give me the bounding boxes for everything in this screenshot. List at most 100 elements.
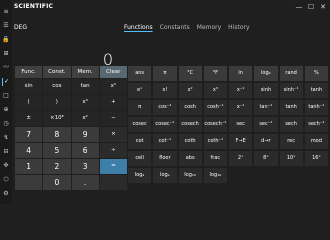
function-key[interactable]: coth⁻¹ <box>203 134 227 149</box>
function-key[interactable]: 16ˣ <box>304 151 328 166</box>
function-key[interactable]: F→E <box>229 134 253 149</box>
function-key[interactable]: x³ <box>203 83 227 98</box>
function-key[interactable]: cosech <box>178 117 202 132</box>
rail-icon[interactable]: ⊟ <box>2 148 10 156</box>
function-key[interactable]: mod <box>304 134 328 149</box>
calculator-panel: DEG 0 Func. Const. Mem. Clear sin cos tan x²() x… <box>12 14 127 204</box>
tab-functions[interactable]: Functions <box>124 24 153 31</box>
rail-icon[interactable]: ⬡ <box>2 176 10 184</box>
function-key[interactable]: sec <box>229 117 253 132</box>
function-key[interactable]: log₂ <box>254 66 278 81</box>
key[interactable]: 3 <box>71 159 99 174</box>
function-key[interactable]: log₁₆ <box>203 168 227 183</box>
tab-constants[interactable]: Constants <box>160 24 190 31</box>
key[interactable]: cos <box>43 79 71 94</box>
rail-icon[interactable]: □ <box>2 92 10 100</box>
key[interactable]: ( <box>15 95 43 110</box>
function-key[interactable]: sec⁻¹ <box>254 117 278 132</box>
function-key[interactable]: sech <box>279 117 303 132</box>
function-key[interactable]: d→r <box>254 134 278 149</box>
angle-mode[interactable]: DEG <box>14 24 27 31</box>
function-key[interactable]: cosh⁻¹ <box>203 100 227 115</box>
rail-icon[interactable]: ☰ <box>2 22 10 30</box>
rail-icon[interactable]: ✜ <box>2 162 10 170</box>
minimize-button[interactable]: — <box>294 2 304 12</box>
key[interactable]: 6 <box>71 143 99 158</box>
key-func[interactable]: Func. <box>15 66 43 78</box>
function-key[interactable]: % <box>304 66 328 81</box>
function-key[interactable]: abs <box>178 151 202 166</box>
function-key[interactable]: cos⁻¹ <box>153 100 177 115</box>
rail-icon[interactable]: 〰 <box>2 64 10 72</box>
function-key[interactable]: cosh <box>178 100 202 115</box>
function-key[interactable]: rec <box>279 134 303 149</box>
function-key[interactable]: tanh <box>279 100 303 115</box>
key[interactable]: 5 <box>43 143 71 158</box>
function-key[interactable]: logₑ <box>153 168 177 183</box>
function-key[interactable]: x⁻¹ <box>229 100 253 115</box>
function-key[interactable]: x! <box>153 83 177 98</box>
key[interactable]: 8 <box>43 127 71 142</box>
function-key[interactable]: log₁₀ <box>178 168 202 183</box>
function-key[interactable]: 10ˣ <box>279 151 303 166</box>
key[interactable]: 9 <box>71 127 99 142</box>
tab-memory[interactable]: Memory <box>197 24 221 31</box>
function-key[interactable]: cot⁻¹ <box>153 134 177 149</box>
key[interactable]: ± <box>15 111 43 126</box>
key-const[interactable]: Const. <box>43 66 71 78</box>
rail-icon[interactable]: ↯ <box>2 134 10 142</box>
key[interactable]: ×10ᴱ <box>43 111 71 126</box>
key[interactable]: 4 <box>15 143 43 158</box>
key[interactable]: sin <box>15 79 43 94</box>
key[interactable]: x³ <box>71 95 99 110</box>
tab-history[interactable]: History <box>228 24 249 31</box>
function-key[interactable]: sech⁻¹ <box>304 117 328 132</box>
function-key[interactable]: cell <box>128 151 152 166</box>
key[interactable]: 0 <box>43 175 71 190</box>
key[interactable]: ) <box>43 95 71 110</box>
function-key <box>229 168 252 183</box>
function-key[interactable]: cot <box>128 134 152 149</box>
key[interactable]: tan <box>71 79 99 94</box>
function-key[interactable]: tanh <box>304 83 328 98</box>
function-key[interactable]: eˣ <box>128 83 152 98</box>
rail-icon[interactable]: ⊕ <box>2 106 10 114</box>
function-key[interactable]: sinh <box>254 83 278 98</box>
function-key[interactable]: x² <box>178 83 202 98</box>
function-key[interactable]: rand <box>279 66 303 81</box>
function-key[interactable]: tanh⁻¹ <box>304 100 328 115</box>
close-button[interactable]: ✕ <box>318 2 328 12</box>
function-key[interactable]: sinh⁻¹ <box>279 83 303 98</box>
function-key[interactable]: tan⁻¹ <box>254 100 278 115</box>
rail-icon[interactable]: ≡ <box>2 8 10 16</box>
function-key[interactable]: °C <box>178 66 202 81</box>
function-key[interactable]: °F <box>203 66 227 81</box>
function-key[interactable]: in <box>229 66 253 81</box>
key[interactable]: 7 <box>15 127 43 142</box>
key[interactable]: . <box>71 175 99 190</box>
function-key[interactable]: 8ˣ <box>254 151 278 166</box>
maximize-button[interactable]: ☐ <box>306 2 316 12</box>
function-key[interactable]: π <box>128 100 152 115</box>
key-mem[interactable]: Mem. <box>71 66 99 78</box>
key[interactable]: 2 <box>43 159 71 174</box>
tab-bar: Functions Constants Memory History <box>124 24 250 31</box>
key[interactable]: x² <box>71 111 99 126</box>
function-key[interactable]: frac <box>203 151 227 166</box>
function-key[interactable]: cosec⁻¹ <box>153 117 177 132</box>
function-key[interactable]: cosech⁻¹ <box>203 117 227 132</box>
rail-icon[interactable]: 🔒 <box>2 36 10 44</box>
function-key[interactable]: 2ˣ <box>229 151 253 166</box>
function-key[interactable]: cosec <box>128 117 152 132</box>
function-key[interactable]: floor <box>153 151 177 166</box>
rail-icon[interactable]: ◷ <box>2 120 10 128</box>
rail-icon[interactable]: ⊞ <box>2 50 10 58</box>
function-key[interactable]: x⁻¹ <box>229 83 253 98</box>
function-key[interactable]: π <box>153 66 177 81</box>
rail-icon[interactable]: ✓ <box>2 78 10 86</box>
function-key[interactable]: ans <box>128 66 152 81</box>
rail-icon[interactable]: ⚙ <box>2 190 10 198</box>
function-key[interactable]: log₂ <box>128 168 152 183</box>
key[interactable]: 1 <box>15 159 43 174</box>
function-key[interactable]: coth <box>178 134 202 149</box>
